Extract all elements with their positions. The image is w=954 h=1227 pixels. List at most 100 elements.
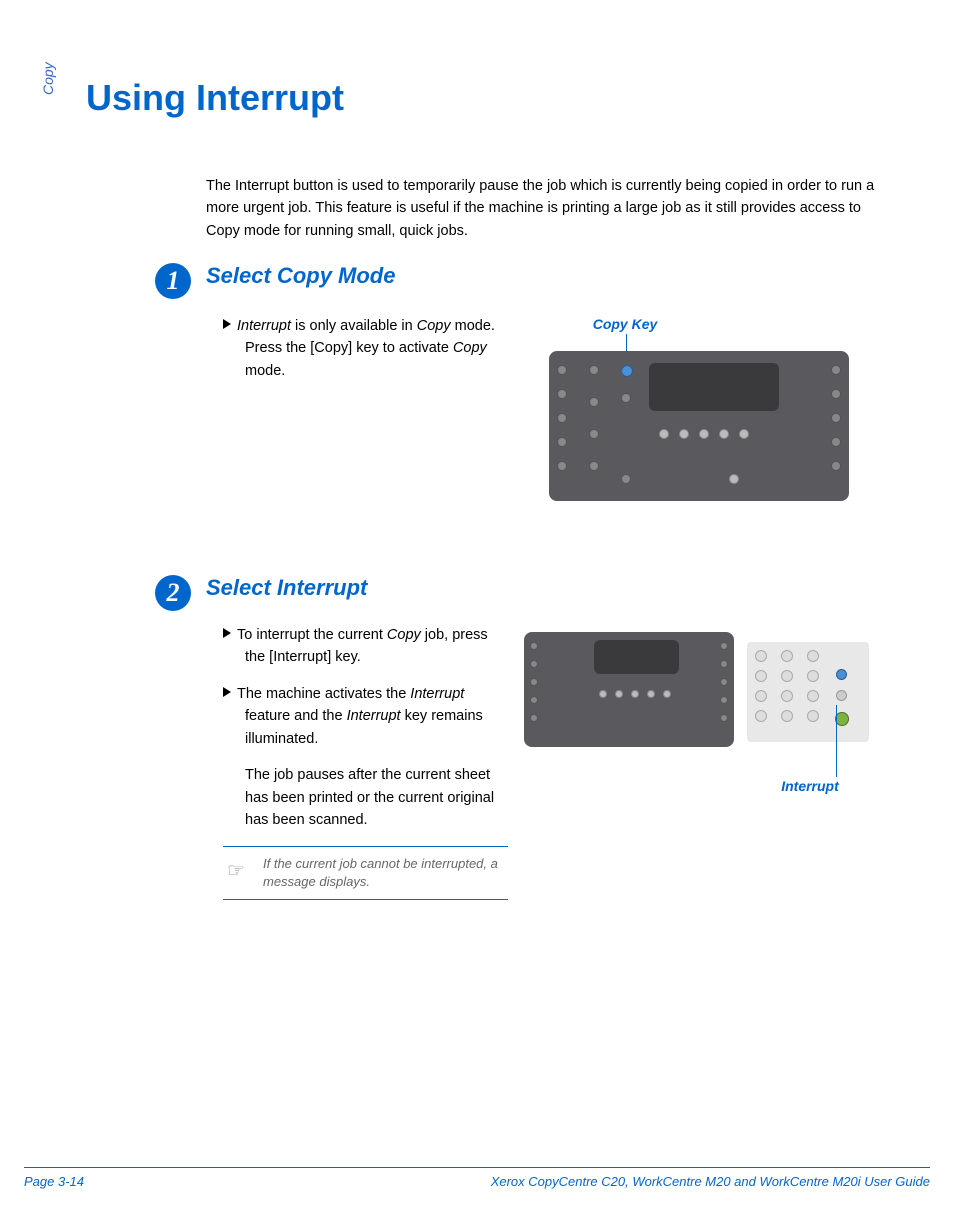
bullet-icon bbox=[223, 687, 231, 697]
bullet-icon bbox=[223, 628, 231, 638]
page-number: Page 3-14 bbox=[24, 1174, 84, 1189]
stop-button bbox=[836, 690, 847, 701]
panel-button bbox=[831, 365, 841, 375]
figure-label-interrupt: Interrupt bbox=[765, 778, 855, 794]
text: is only available in bbox=[291, 318, 417, 334]
note-icon: ☞ bbox=[227, 857, 245, 885]
panel-button bbox=[589, 429, 599, 439]
control-panel-illustration bbox=[549, 351, 849, 501]
page-footer: Page 3-14 Xerox CopyCentre C20, WorkCent… bbox=[24, 1167, 930, 1189]
panel-button bbox=[739, 429, 749, 439]
key-8 bbox=[781, 690, 793, 702]
key-3 bbox=[807, 650, 819, 662]
copy-button-highlighted bbox=[621, 365, 633, 377]
nav-buttons bbox=[599, 690, 671, 698]
panel-button bbox=[831, 413, 841, 423]
section-tab: Copy bbox=[40, 62, 56, 95]
panel-button bbox=[589, 461, 599, 471]
panel-button bbox=[530, 660, 538, 668]
guide-title: Xerox CopyCentre C20, WorkCentre M20 and… bbox=[491, 1174, 930, 1189]
italic-text: Copy bbox=[387, 627, 421, 643]
panel-button bbox=[589, 365, 599, 375]
panel-button bbox=[615, 690, 623, 698]
interrupt-button-highlighted bbox=[836, 669, 847, 680]
nav-buttons bbox=[659, 429, 749, 439]
panel-button bbox=[659, 429, 669, 439]
panel-button bbox=[557, 389, 567, 399]
number-keys bbox=[755, 650, 827, 722]
left-buttons-col bbox=[557, 365, 567, 471]
key-hash bbox=[807, 710, 819, 722]
key-6 bbox=[807, 670, 819, 682]
panel-button bbox=[831, 461, 841, 471]
step-1-body: Interrupt is only available in Copy mode… bbox=[223, 315, 508, 396]
panel-button bbox=[557, 413, 567, 423]
text: To interrupt the current bbox=[237, 627, 387, 643]
panel-button bbox=[663, 690, 671, 698]
panel-button bbox=[530, 714, 538, 722]
key-0 bbox=[781, 710, 793, 722]
figure-label-copy-key: Copy Key bbox=[570, 316, 680, 332]
panel-button bbox=[831, 437, 841, 447]
key-4 bbox=[755, 670, 767, 682]
key-5 bbox=[781, 670, 793, 682]
panel-button bbox=[589, 397, 599, 407]
text: feature and the bbox=[245, 708, 347, 724]
step-2-title: Select Interrupt bbox=[206, 575, 367, 601]
italic-text: Interrupt bbox=[237, 318, 291, 334]
panel-button bbox=[720, 678, 728, 686]
italic-text: Copy bbox=[453, 340, 487, 356]
panel-button bbox=[831, 389, 841, 399]
panel-button bbox=[720, 714, 728, 722]
keypad-panel bbox=[747, 642, 869, 742]
panel-button bbox=[557, 437, 567, 447]
key-star bbox=[755, 710, 767, 722]
bullet-icon bbox=[223, 319, 231, 329]
step-1-bullet-1: Interrupt is only available in Copy mode… bbox=[223, 315, 508, 382]
panel-button bbox=[720, 696, 728, 704]
page-title: Using Interrupt bbox=[86, 77, 344, 119]
step-1-badge: 1 bbox=[155, 263, 191, 299]
panel-button bbox=[621, 474, 631, 484]
panel-button bbox=[720, 660, 728, 668]
panel-button bbox=[530, 642, 538, 650]
key-2 bbox=[781, 650, 793, 662]
start-button bbox=[835, 712, 849, 726]
note-box: ☞ If the current job cannot be interrupt… bbox=[223, 846, 508, 900]
lcd-screen bbox=[594, 640, 679, 674]
step-1-title: Select Copy Mode bbox=[206, 263, 395, 289]
step-2-bullet-2: The machine activates the Interrupt feat… bbox=[223, 683, 508, 750]
key-9 bbox=[807, 690, 819, 702]
panel-button bbox=[719, 429, 729, 439]
left-buttons bbox=[530, 642, 538, 722]
panel-button bbox=[557, 461, 567, 471]
panel-button bbox=[699, 429, 709, 439]
right-buttons bbox=[720, 642, 728, 722]
panel-button bbox=[647, 690, 655, 698]
step-2-badge: 2 bbox=[155, 575, 191, 611]
panel-button bbox=[530, 696, 538, 704]
step-2-bullet-1: To interrupt the current Copy job, press… bbox=[223, 624, 508, 669]
italic-text: Interrupt bbox=[347, 708, 401, 724]
panel-button bbox=[679, 429, 689, 439]
panel-button bbox=[720, 642, 728, 650]
callout-line bbox=[836, 705, 837, 777]
control-panel-small-left bbox=[524, 632, 734, 747]
second-buttons-col bbox=[589, 365, 599, 471]
intro-paragraph: The Interrupt button is used to temporar… bbox=[206, 175, 896, 242]
text: mode. bbox=[245, 363, 285, 379]
right-buttons-col bbox=[831, 365, 841, 471]
italic-text: Interrupt bbox=[410, 686, 464, 702]
step-2-plain-para: The job pauses after the current sheet h… bbox=[223, 764, 508, 831]
panel-button bbox=[729, 474, 739, 484]
key-1 bbox=[755, 650, 767, 662]
panel-button bbox=[557, 365, 567, 375]
panel-button bbox=[621, 393, 631, 403]
text: The machine activates the bbox=[237, 686, 410, 702]
panel-button bbox=[631, 690, 639, 698]
step-2-body: To interrupt the current Copy job, press… bbox=[223, 624, 508, 900]
panel-button bbox=[599, 690, 607, 698]
italic-text: Copy bbox=[417, 318, 451, 334]
key-7 bbox=[755, 690, 767, 702]
panel-button bbox=[530, 678, 538, 686]
